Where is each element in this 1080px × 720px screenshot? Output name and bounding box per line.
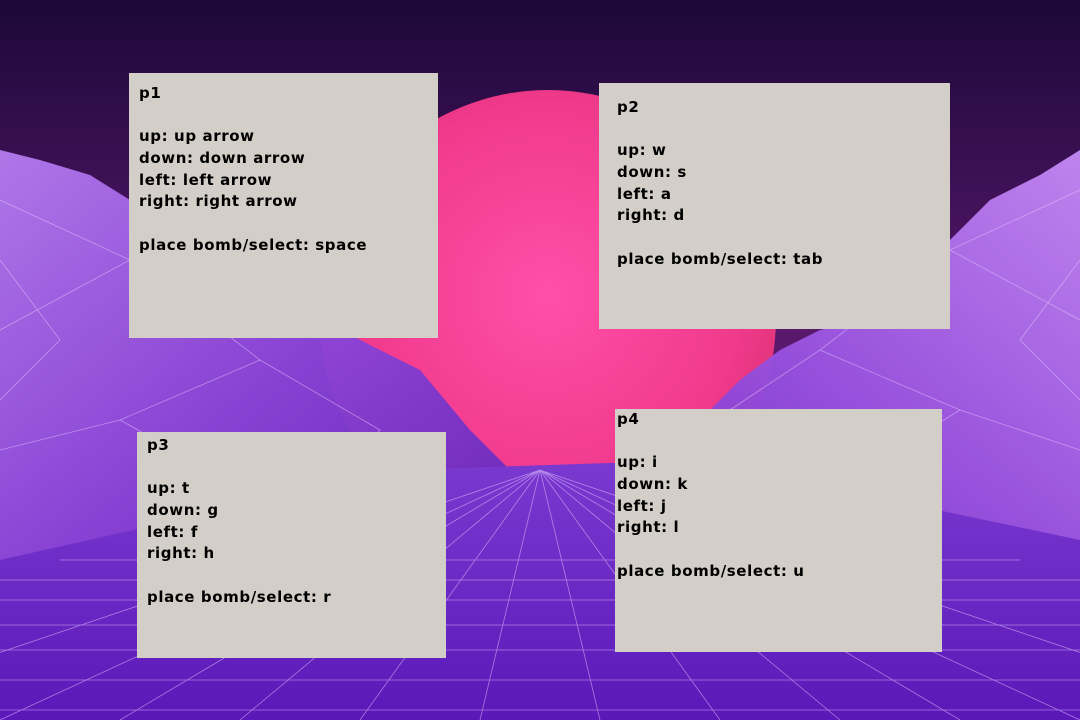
control-down: down: down arrow xyxy=(139,149,306,168)
control-action: place bomb/select: space xyxy=(139,235,368,254)
control-left: left: j xyxy=(617,496,667,515)
control-up: up: w xyxy=(617,141,667,160)
control-down: down: s xyxy=(617,163,687,182)
control-up: up: i xyxy=(617,453,658,472)
control-action: place bomb/select: u xyxy=(617,561,805,580)
control-left: left: a xyxy=(617,184,672,203)
control-right: right: l xyxy=(617,518,680,537)
controls-panel-p2: p2 up: w down: s left: a right: d place … xyxy=(599,83,950,329)
panel-title: p4 xyxy=(617,410,640,428)
control-right: right: d xyxy=(617,206,685,225)
panel-title: p2 xyxy=(617,98,640,116)
control-left: left: f xyxy=(147,522,198,541)
controls-panel-p3: p3 up: t down: g left: f right: h place … xyxy=(137,432,446,658)
panel-title: p1 xyxy=(139,84,162,102)
controls-panel-p1: p1 up: up arrow down: down arrow left: l… xyxy=(129,73,438,338)
control-up: up: t xyxy=(147,479,190,498)
control-right: right: h xyxy=(147,544,215,563)
control-action: place bomb/select: r xyxy=(147,587,332,606)
control-up: up: up arrow xyxy=(139,127,255,146)
control-down: down: g xyxy=(147,501,219,520)
control-right: right: right arrow xyxy=(139,192,298,211)
control-left: left: left arrow xyxy=(139,170,273,189)
control-action: place bomb/select: tab xyxy=(617,249,824,268)
panel-title: p3 xyxy=(147,436,170,454)
controls-panel-p4: p4 up: i down: k left: j right: l place … xyxy=(615,409,942,652)
control-down: down: k xyxy=(617,475,688,494)
